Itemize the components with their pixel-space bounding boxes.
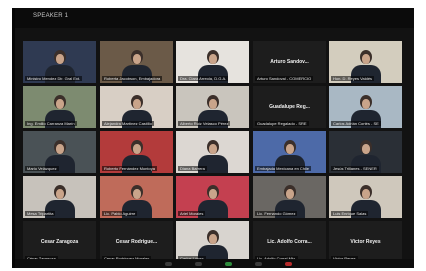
video-conference-window: SPEAKER 1 Ministro Mendez Dir. Gral Ext.… xyxy=(12,8,414,268)
participant-tile[interactable]: Mesa Tripartita xyxy=(23,176,96,218)
leave-meeting-button[interactable] xyxy=(285,262,292,266)
participant-face xyxy=(362,144,370,154)
participant-face xyxy=(56,99,64,109)
title-bar: SPEAKER 1 xyxy=(15,8,414,28)
participant-name-label: Jesús Trillanes - SENER xyxy=(331,166,379,171)
participant-face xyxy=(286,189,294,199)
participant-display-name: Cesar Zaragoza xyxy=(40,239,79,246)
participant-face xyxy=(362,189,370,199)
participant-tile[interactable]: Ariel Morales xyxy=(176,176,249,218)
participant-face xyxy=(56,54,64,64)
participant-name-label: Ing. Emilio Carranza Marín xyxy=(25,121,77,126)
participant-tile[interactable]: Arturo Sandov... Arturo Sandoval - COMERC… xyxy=(253,41,326,83)
participant-face xyxy=(209,54,217,64)
participant-name-label: Embajada Mexicana en Chile xyxy=(255,166,312,171)
participant-face xyxy=(209,99,217,109)
participant-display-name: Victor Reyes xyxy=(350,239,381,246)
participant-name-label: Roberto Fernández Montoya xyxy=(102,166,157,171)
participant-name-label: Lic. Pablo Aguirre xyxy=(102,211,138,216)
participant-tile[interactable]: Ing. Emilio Carranza Marín xyxy=(23,86,96,128)
participant-tile[interactable]: Lic. Adolfo Corra...Lic. Adolfo Corral M… xyxy=(253,221,326,263)
participant-display-name: Cesar Rodrigue... xyxy=(115,239,158,246)
participant-tile[interactable]: Cesar ZaragozaCésar Zaragoza xyxy=(23,221,96,263)
meeting-controls-bar xyxy=(15,259,414,268)
participant-tile[interactable]: Carlos Adrián Cortés - SE xyxy=(329,86,402,128)
participant-face xyxy=(286,144,294,154)
participant-tile[interactable]: Roberto Fernández Montoya xyxy=(100,131,173,173)
participant-name-label: Mario Velázquez xyxy=(25,166,59,171)
mute-button[interactable] xyxy=(165,262,172,266)
video-button[interactable] xyxy=(195,262,202,266)
participant-tile[interactable]: Lic. Fernando Gómez xyxy=(253,176,326,218)
participant-name-label: Dra. Clara Arreola, D.G.A. xyxy=(178,76,229,81)
participant-name-label: Alejandra Martínez Castillo xyxy=(102,121,154,126)
participant-tile[interactable]: Jesús Trillanes - SENER xyxy=(329,131,402,173)
participant-name-label: Guadalupe Regalado - SRE xyxy=(255,121,309,126)
participant-tile[interactable]: Roberta Jacobson, Embajadora xyxy=(100,41,173,83)
participant-name-label: Alberto Ruiz Velasco Pérez xyxy=(178,121,231,126)
participant-face xyxy=(133,54,141,64)
participant-tile[interactable]: Ministro Mendez Dir. Gral Ext. xyxy=(23,41,96,83)
participant-tile[interactable]: Lic. Pablo Aguirre xyxy=(100,176,173,218)
participant-tile[interactable]: Guadalupe Reg... Guadalupe Regalado - SRE xyxy=(253,86,326,128)
participant-face xyxy=(133,144,141,154)
participant-display-name: Arturo Sandov... xyxy=(270,59,309,66)
participant-tile[interactable]: Cesar Rodrigue...Cesar Rodriguez Morales xyxy=(100,221,173,263)
participant-display-name: Lic. Adolfo Corra... xyxy=(267,239,312,246)
participant-name-label: Lic. Fernando Gómez xyxy=(255,211,298,216)
participant-name-label: Arturo Sandoval - COMERCIO xyxy=(255,76,314,81)
participant-name-label: Roberta Jacobson, Embajadora xyxy=(102,76,163,81)
participant-face xyxy=(56,189,64,199)
participant-face xyxy=(209,189,217,199)
participant-face xyxy=(209,144,217,154)
participant-name-label: Hon. D. Reyes Valdés xyxy=(331,76,375,81)
participant-face xyxy=(133,99,141,109)
participant-name-label: Mesa Tripartita xyxy=(25,211,56,216)
participant-face xyxy=(209,234,217,244)
participant-tile[interactable]: Luis Enrique Salas xyxy=(329,176,402,218)
participant-tile[interactable]: Carlos López xyxy=(176,221,249,263)
participant-tile[interactable]: Hon. D. Reyes Valdés xyxy=(329,41,402,83)
participant-tile[interactable]: Diana Barrera xyxy=(176,131,249,173)
participant-name-label: Carlos Adrián Cortés - SE xyxy=(331,121,381,126)
window-title: SPEAKER 1 xyxy=(33,13,69,19)
participant-tile[interactable]: Mario Velázquez xyxy=(23,131,96,173)
share-screen-button[interactable] xyxy=(225,262,232,266)
participant-tile[interactable]: Dra. Clara Arreola, D.G.A. xyxy=(176,41,249,83)
participant-face xyxy=(133,189,141,199)
participant-face xyxy=(362,54,370,64)
participant-name-label: Luis Enrique Salas xyxy=(331,211,369,216)
participant-tile[interactable]: Alejandra Martínez Castillo xyxy=(100,86,173,128)
participant-display-name: Guadalupe Reg... xyxy=(269,104,310,111)
participant-name-label: Ministro Mendez Dir. Gral Ext. xyxy=(25,76,83,81)
participant-tile[interactable]: Embajada Mexicana en Chile xyxy=(253,131,326,173)
participants-button[interactable] xyxy=(255,262,262,266)
participant-tile[interactable]: Victor ReyesVictor Reyes xyxy=(329,221,402,263)
participant-face xyxy=(56,144,64,154)
participant-tile[interactable]: Alberto Ruiz Velasco Pérez xyxy=(176,86,249,128)
participant-name-label: Diana Barrera xyxy=(178,166,207,171)
participant-face xyxy=(362,99,370,109)
participant-name-label: Ariel Morales xyxy=(178,211,206,216)
